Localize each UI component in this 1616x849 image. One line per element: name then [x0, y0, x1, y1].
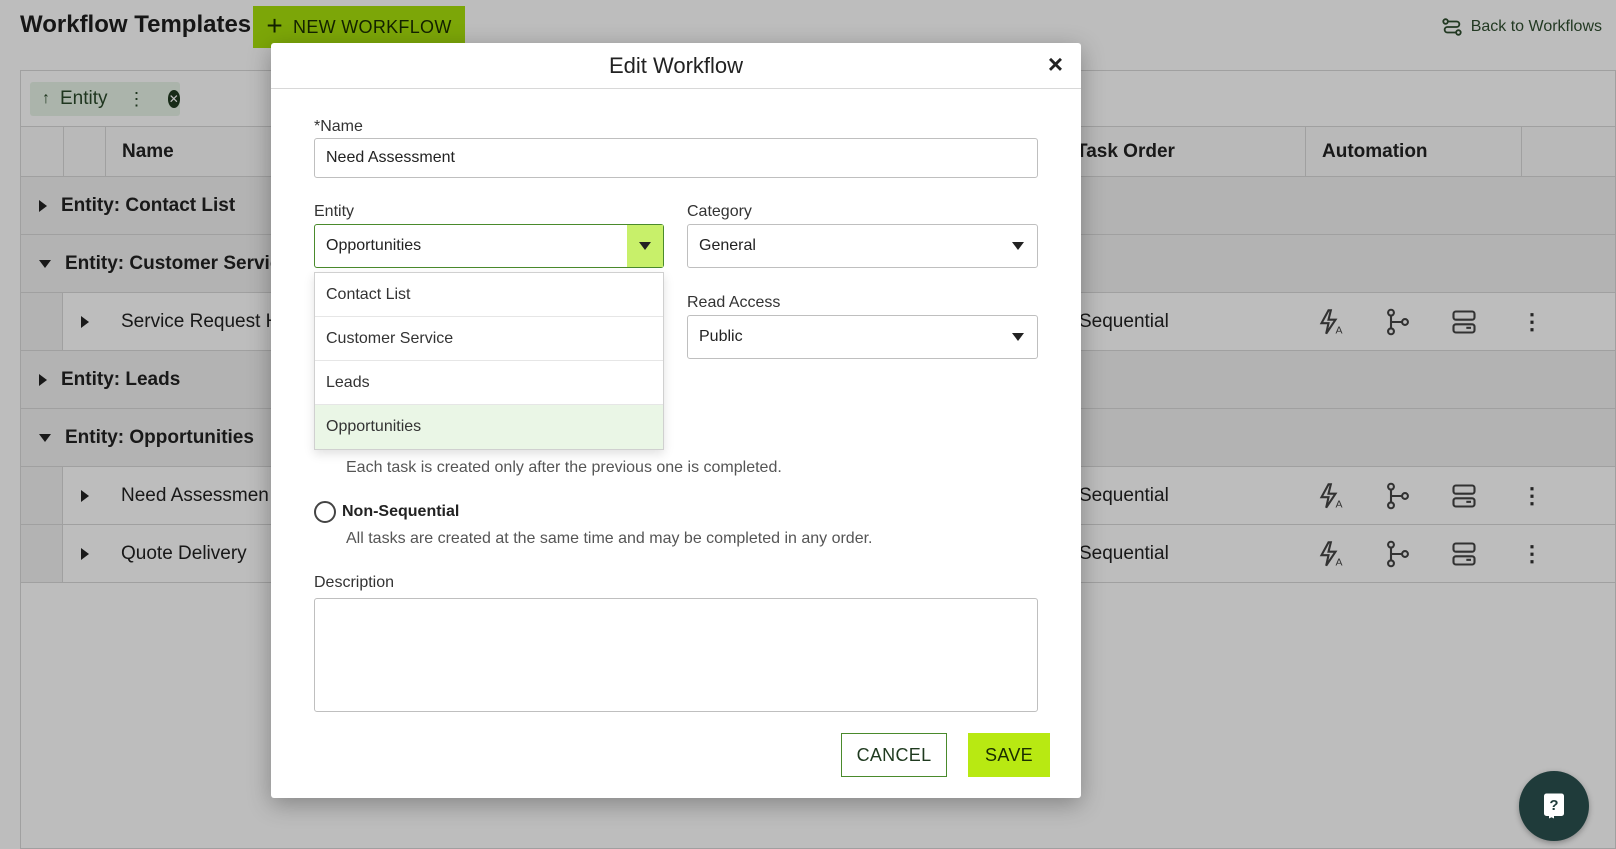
dialog-title: Edit Workflow — [608, 53, 744, 78]
save-button[interactable]: SAVE — [968, 733, 1050, 777]
svg-text:?: ? — [1549, 797, 1558, 814]
close-icon[interactable]: × — [1048, 51, 1063, 77]
cancel-button[interactable]: CANCEL — [841, 733, 947, 777]
category-select[interactable]: General — [687, 224, 1038, 268]
chevron-down-icon — [1012, 333, 1024, 341]
sequential-description: Each task is created only after the prev… — [346, 459, 782, 476]
chevron-down-icon[interactable] — [627, 225, 663, 267]
description-label: Description — [314, 574, 395, 591]
entity-label: Entity — [314, 203, 355, 220]
category-label: Category — [687, 203, 752, 220]
help-book-icon: ? — [1544, 793, 1564, 819]
entity-select[interactable]: Opportunities — [314, 224, 664, 268]
entity-option-contact-list[interactable]: Contact List — [315, 273, 663, 317]
name-label: *Name — [314, 118, 363, 135]
help-button[interactable]: ? — [1519, 771, 1589, 841]
non-sequential-description: All tasks are created at the same time a… — [346, 530, 873, 547]
entity-select-value: Opportunities — [326, 237, 422, 254]
chevron-down-icon — [1012, 242, 1024, 250]
non-sequential-radio[interactable] — [314, 501, 336, 523]
name-input[interactable]: Need Assessment — [314, 138, 1038, 178]
entity-option-customer-service[interactable]: Customer Service — [315, 317, 663, 361]
entity-option-opportunities[interactable]: Opportunities — [315, 405, 663, 449]
entity-dropdown-menu: Contact List Customer Service Leads Oppo… — [314, 272, 664, 450]
read-access-label: Read Access — [687, 294, 781, 311]
name-input-value: Need Assessment — [326, 149, 455, 166]
description-textarea[interactable] — [314, 598, 1038, 712]
non-sequential-label: Non-Sequential — [342, 503, 460, 520]
read-access-select[interactable]: Public — [687, 315, 1038, 359]
read-access-select-value: Public — [699, 328, 743, 345]
entity-option-leads[interactable]: Leads — [315, 361, 663, 405]
non-sequential-option[interactable]: Non-Sequential — [314, 501, 459, 523]
dialog-header: Edit Workflow × — [271, 43, 1081, 89]
category-select-value: General — [699, 237, 756, 254]
edit-workflow-dialog: Edit Workflow × *Name Need Assessment En… — [271, 43, 1081, 798]
